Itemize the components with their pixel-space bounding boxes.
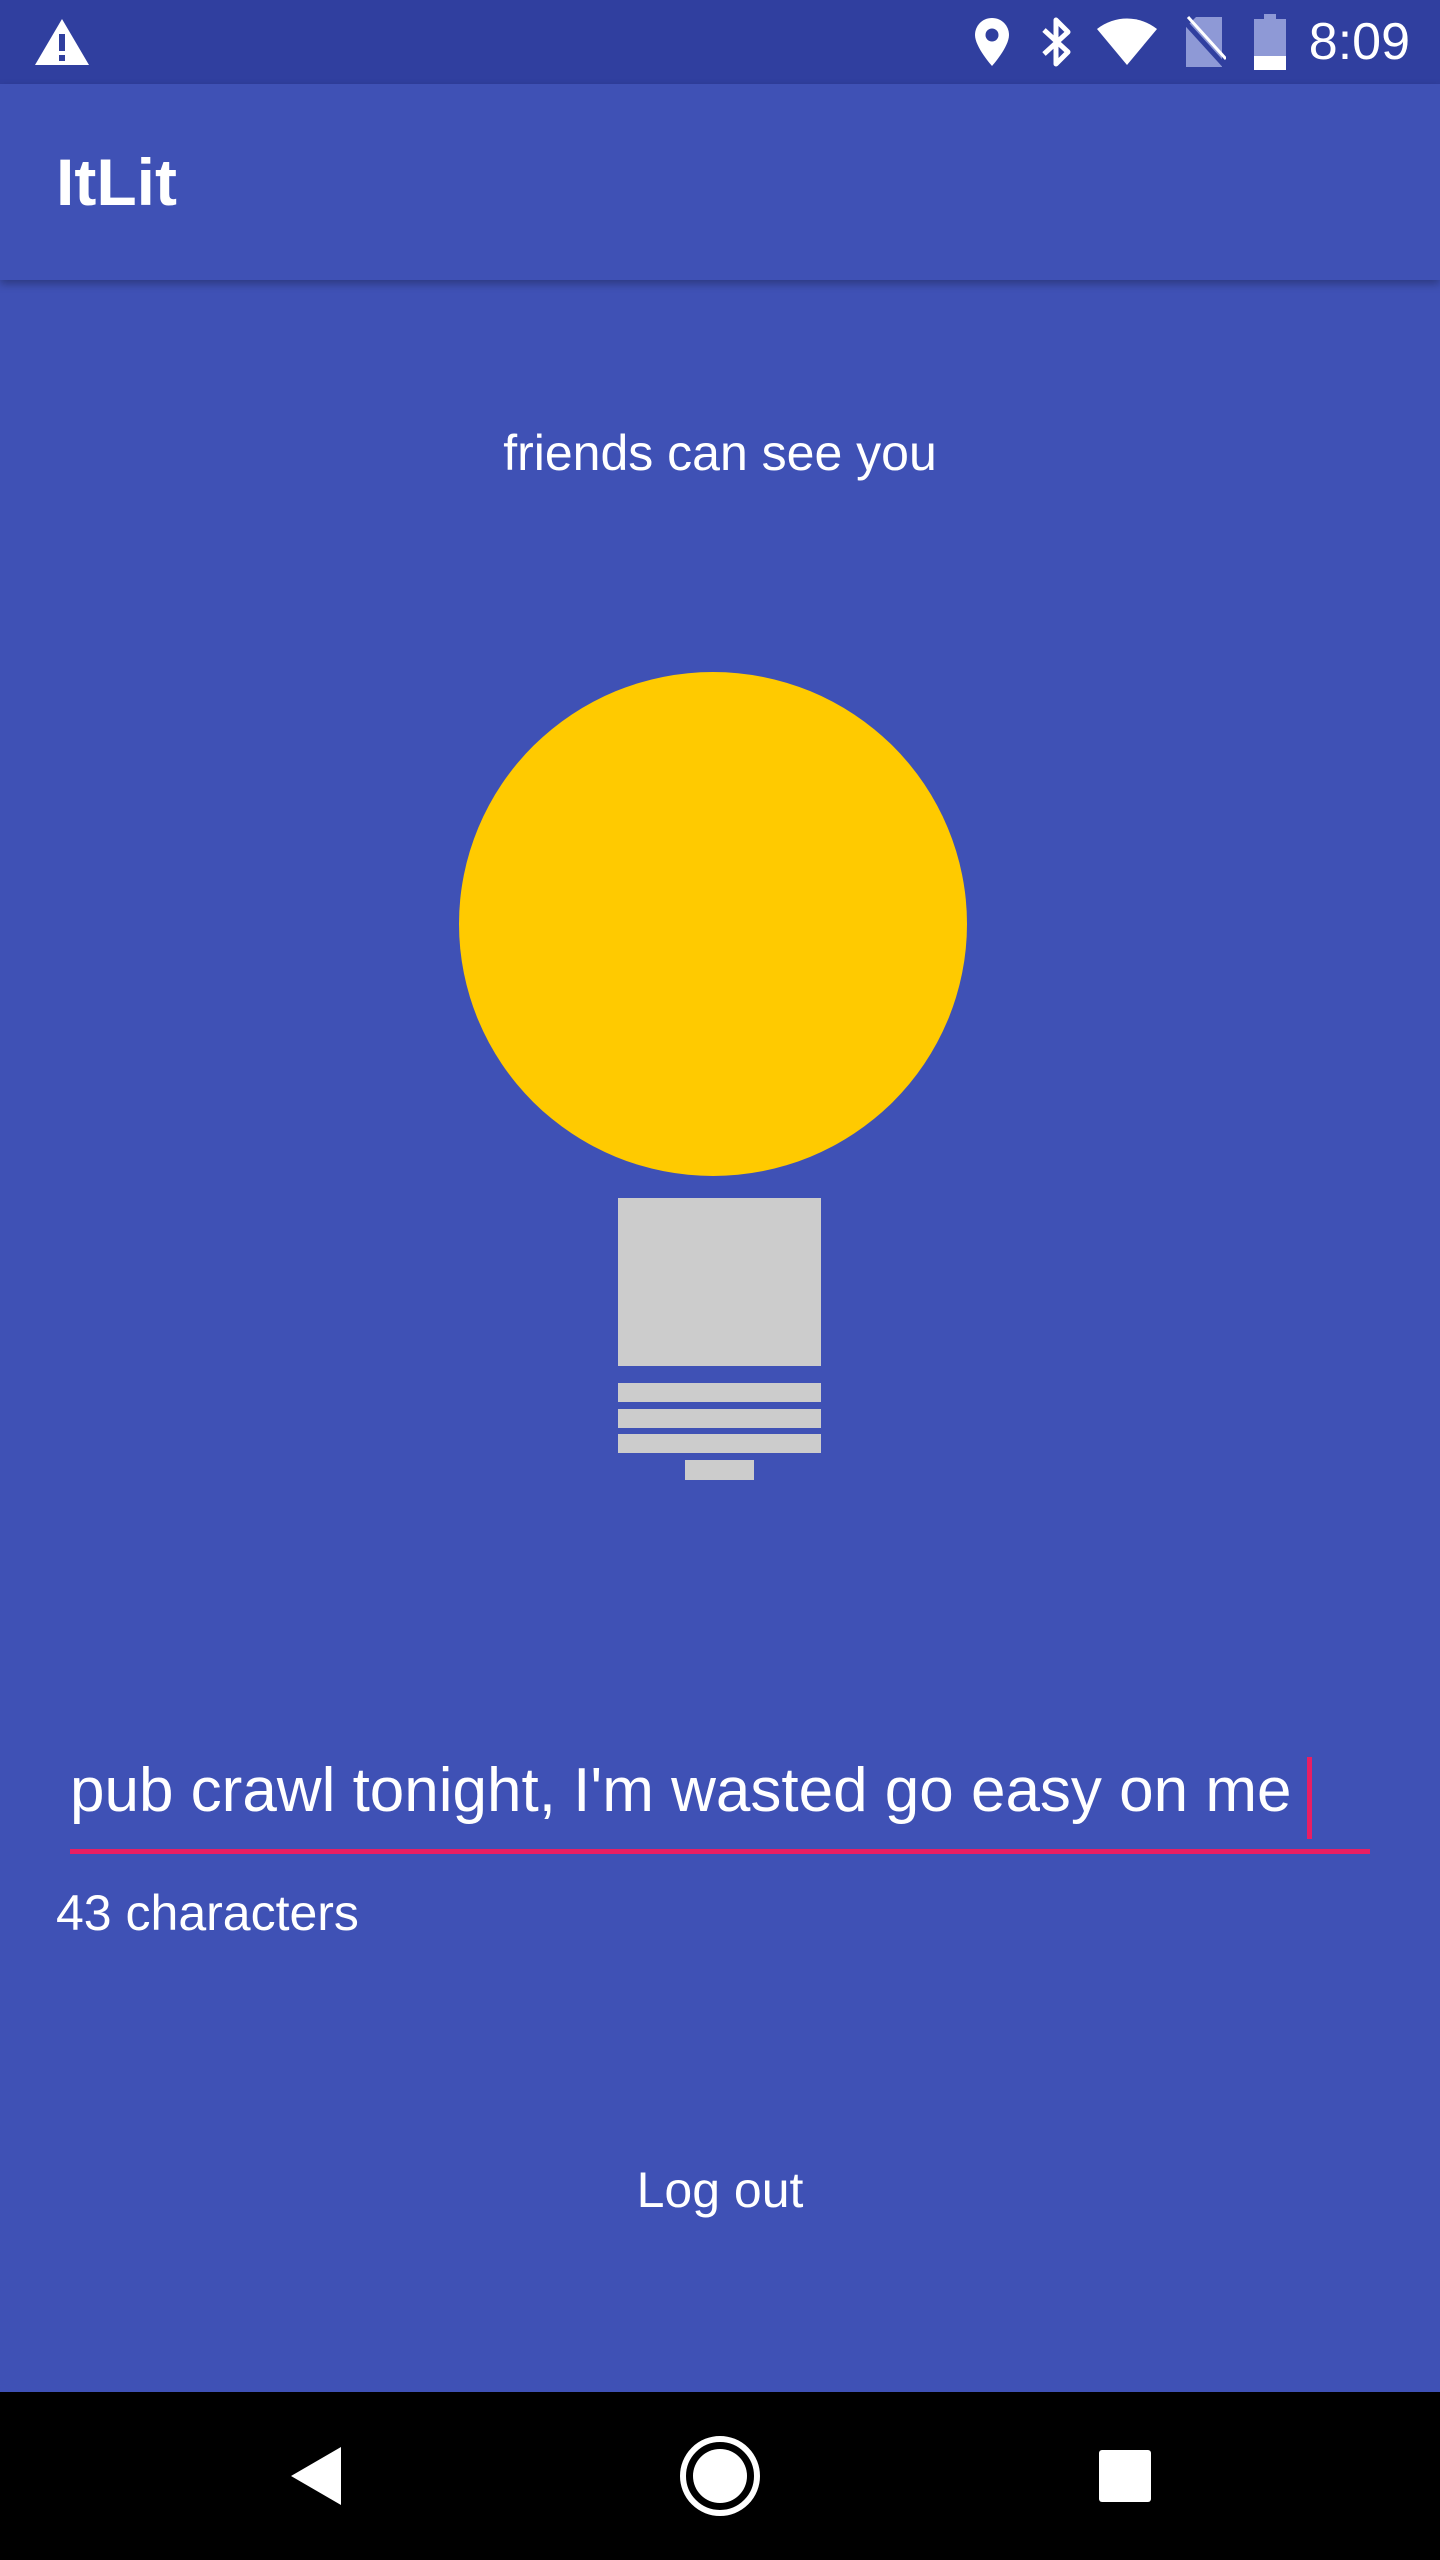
app-title: ItLit <box>56 145 177 219</box>
app-bar: ItLit <box>0 84 1440 280</box>
home-icon[interactable] <box>620 2392 820 2560</box>
bulb-globe[interactable] <box>459 672 967 1176</box>
character-count: 43 characters <box>56 1885 359 1941</box>
navigation-bar <box>0 2392 1440 2560</box>
bulb-neck <box>618 1198 821 1366</box>
status-message-input[interactable] <box>70 1740 1370 1840</box>
text-cursor <box>1307 1757 1312 1839</box>
bulb-thread <box>618 1383 821 1402</box>
recents-icon[interactable] <box>1025 2392 1225 2560</box>
logout-button[interactable]: Log out <box>520 2140 920 2240</box>
bulb-tip <box>685 1460 754 1480</box>
back-icon[interactable] <box>216 2392 416 2560</box>
bulb-thread <box>618 1409 821 1428</box>
input-underline <box>70 1849 1370 1854</box>
bulb-thread <box>618 1434 821 1453</box>
